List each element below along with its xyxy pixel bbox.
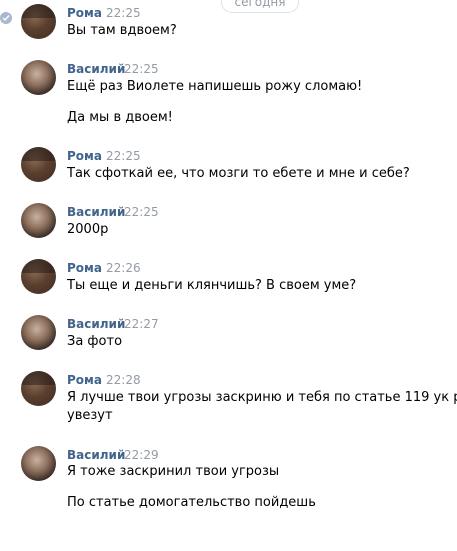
avatar[interactable] [21, 4, 56, 39]
message-text: увезут [67, 408, 113, 423]
author-name[interactable]: Василий [67, 448, 125, 462]
message-text: По статье домогательство пойдешь [67, 495, 316, 510]
date-separator: сегодня [221, 0, 299, 13]
author-name[interactable]: Василий [67, 317, 125, 331]
avatar[interactable] [21, 259, 56, 294]
avatar[interactable] [21, 315, 56, 350]
message-text: Да мы в двоем! [67, 110, 173, 125]
author-name[interactable]: Рома [67, 373, 102, 387]
message-text: 2000р [67, 222, 109, 237]
message-time[interactable]: 22:27 [124, 317, 159, 331]
avatar[interactable] [21, 147, 56, 182]
message-text: За фото [67, 334, 123, 349]
message-time[interactable]: 22:25 [106, 6, 141, 20]
message-time[interactable]: 22:25 [106, 149, 141, 163]
author-name[interactable]: Василий [67, 205, 125, 219]
avatar[interactable] [21, 203, 56, 238]
message-time[interactable]: 22:29 [124, 448, 159, 462]
author-name[interactable]: Рома [67, 6, 102, 20]
message-time[interactable]: 22:25 [124, 62, 159, 76]
author-name[interactable]: Рома [67, 261, 102, 275]
message-time[interactable]: 22:26 [106, 261, 141, 275]
message-text: Я лучше твои угрозы заскриню и тебя по с… [67, 390, 457, 405]
message-text: Я тоже заскринил твои угрозы [67, 464, 280, 479]
message-time[interactable]: 22:28 [106, 373, 141, 387]
avatar[interactable] [21, 60, 56, 95]
check-icon[interactable] [0, 12, 12, 24]
avatar[interactable] [21, 371, 56, 406]
author-name[interactable]: Рома [67, 149, 102, 163]
message-time[interactable]: 22:25 [124, 205, 159, 219]
avatar[interactable] [21, 446, 56, 481]
message-text: Так сфоткай ее, что мозги то ебете и мне… [67, 166, 410, 181]
message-text: Ещё раз Виолете напишешь рожу сломаю! [67, 79, 363, 94]
message-text: Ты еще и деньги клянчишь? В своем уме? [67, 278, 357, 293]
message-text: Вы там вдвоем? [67, 23, 177, 38]
author-name[interactable]: Василий [67, 62, 125, 76]
